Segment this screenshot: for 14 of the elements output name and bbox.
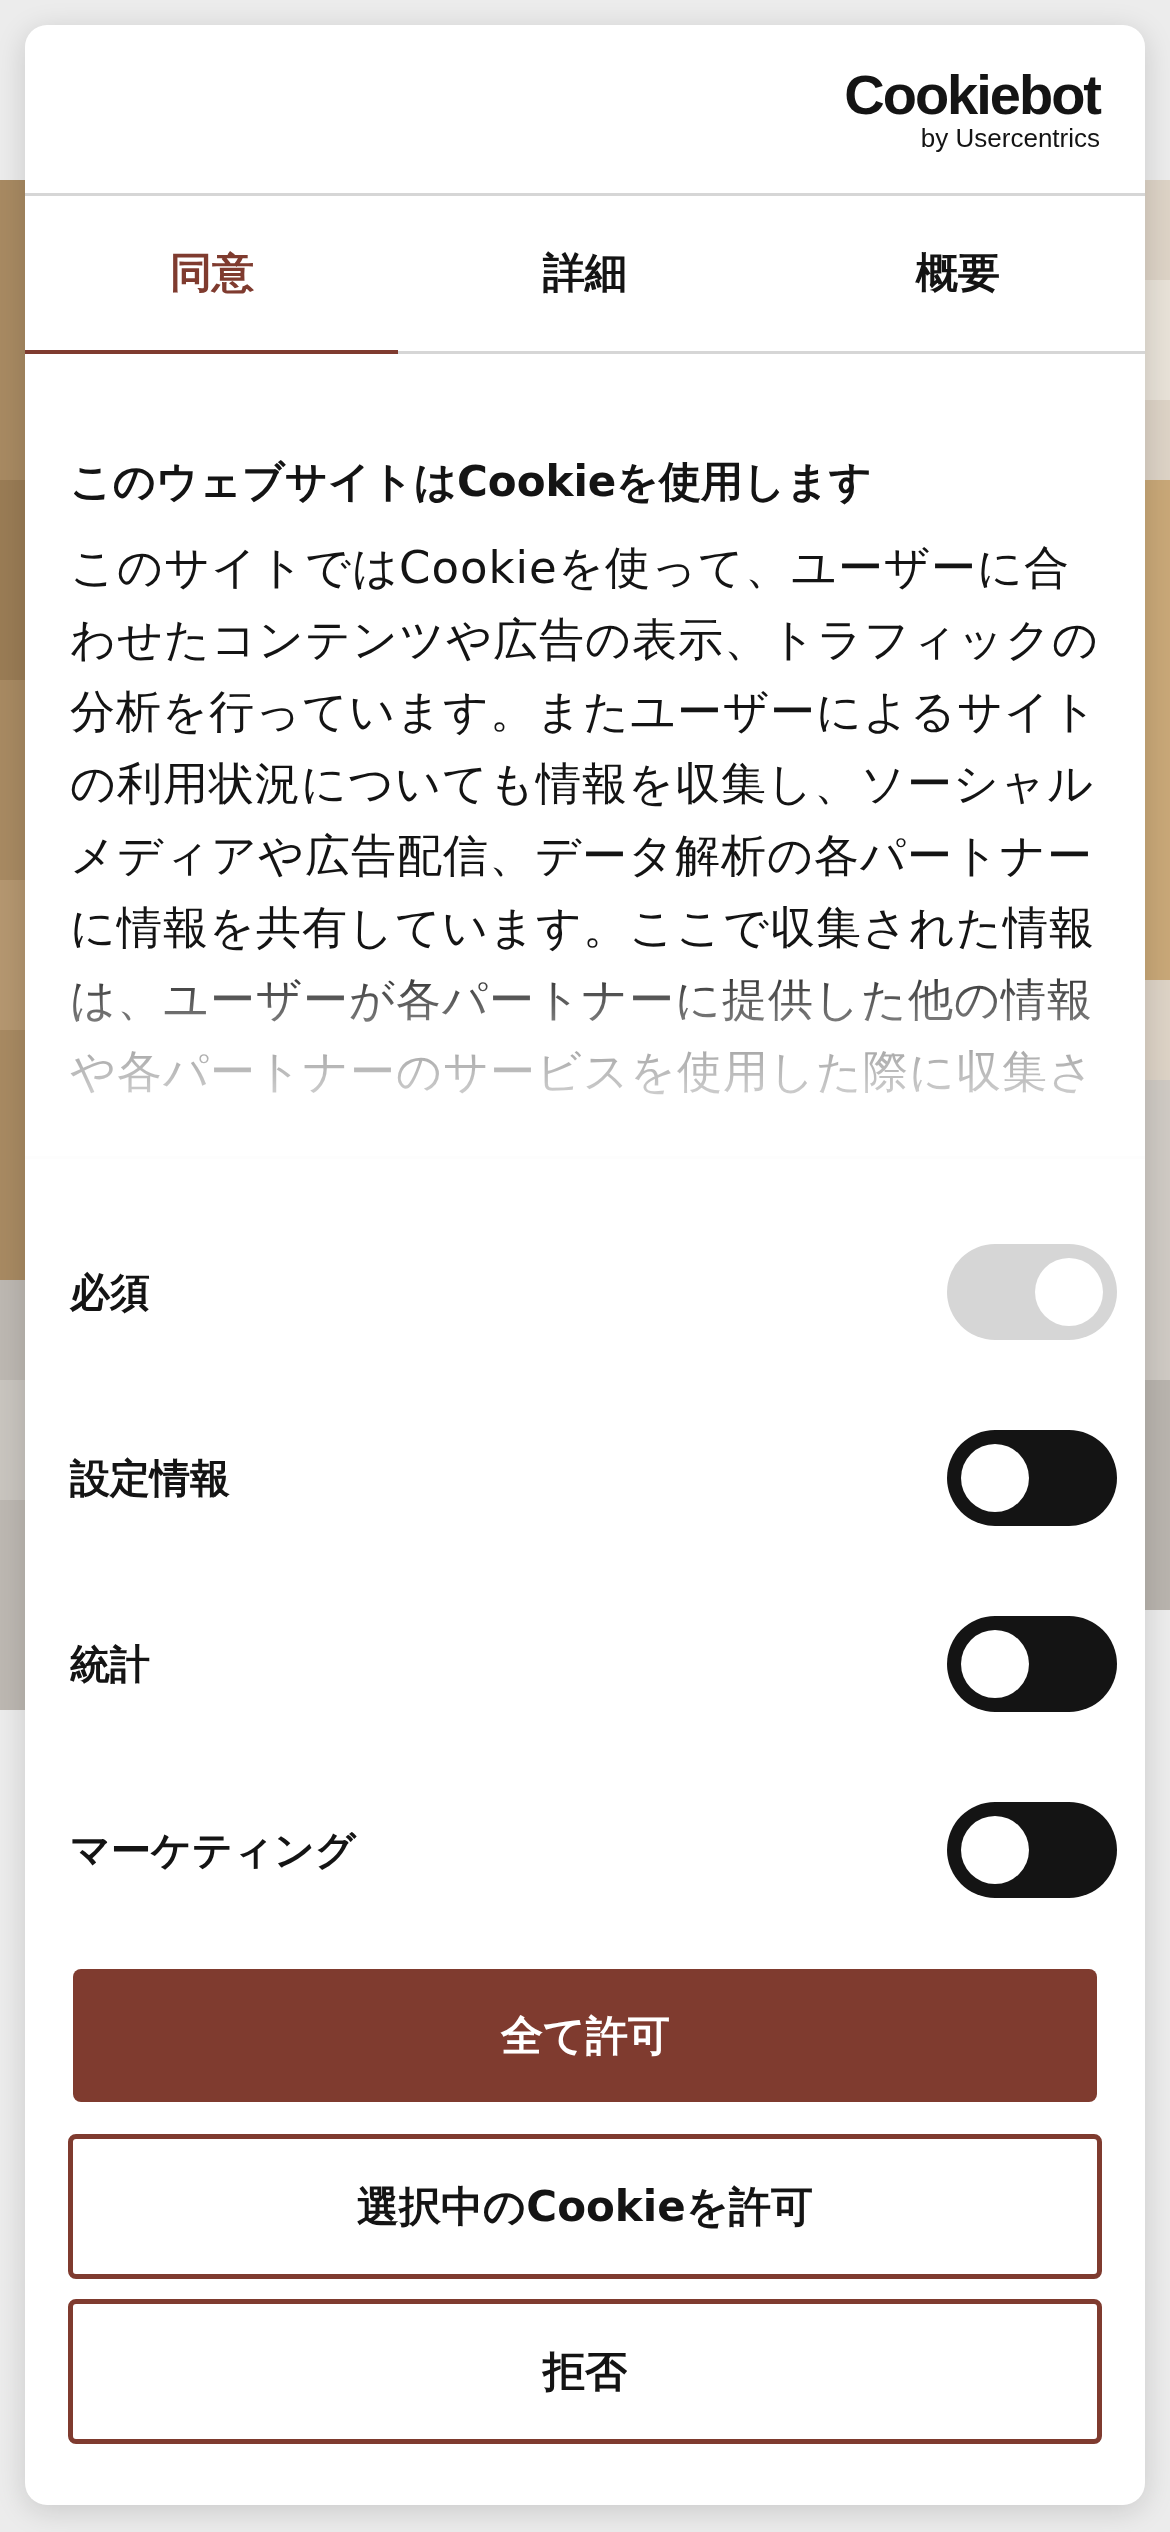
logo-byline: by Usercentrics [920, 125, 1100, 151]
consent-title: このウェブサイトはCookieを使用します [70, 456, 874, 508]
tab[interactable]: 同意 [25, 196, 399, 354]
tab[interactable]: 詳細 [398, 196, 772, 354]
category-label: 統計 [70, 1639, 150, 1689]
logo-name: Cookiebot [844, 67, 1100, 123]
category-label: 設定情報 [70, 1453, 230, 1503]
consent-button[interactable]: 拒否 [68, 2299, 1102, 2444]
consent-button[interactable]: 選択中のCookieを許可 [68, 2134, 1102, 2279]
category-label: 必須 [70, 1267, 150, 1317]
consent-text: このサイトではCookieを使って、ユーザーに合わせたコンテンツや広告の表示、トラフィックの分析を行っています。またユーザーによるサイトの利用状況についても情報を収集し、ソーシャルメディアや広告配信、データ解析の各パートナーに情報を共有しています。ここで収集された情報は、ユーザーが各パートナーに提供した他の情報や各パートナーのサービスを使用した際に収集さ [70, 540, 1100, 1100]
consent-button[interactable]: 全て許可 [73, 1969, 1097, 2102]
category-label: マーケティング [70, 1825, 356, 1875]
tab[interactable]: 概要 [771, 196, 1145, 354]
